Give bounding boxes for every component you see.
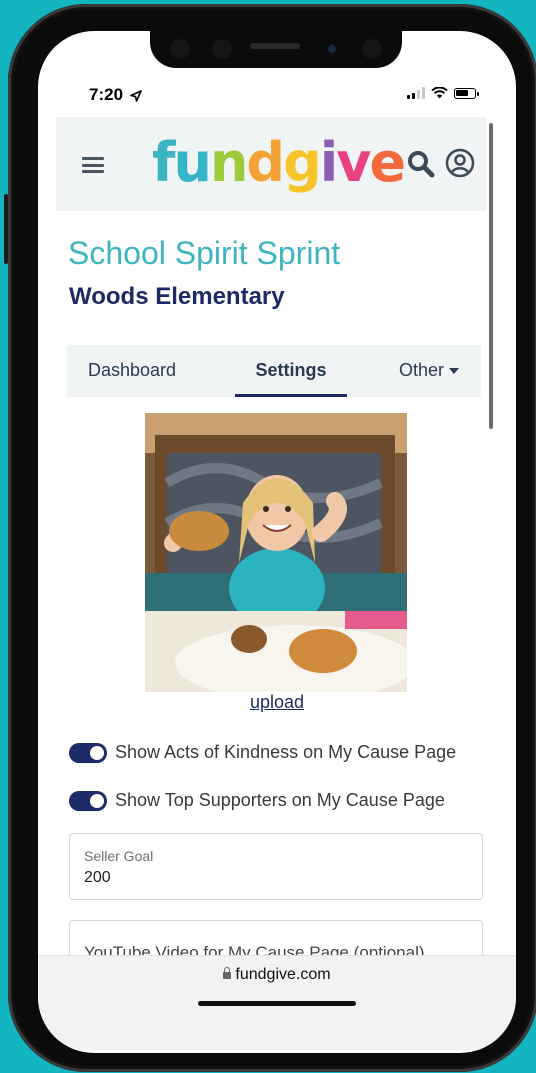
seller-goal-field[interactable]: Seller Goal 200: [69, 833, 483, 900]
home-indicator[interactable]: [198, 1001, 356, 1006]
tab-other[interactable]: Other: [399, 345, 460, 397]
location-arrow-icon: [129, 89, 142, 102]
sensor-dot: [362, 39, 382, 59]
site-header: fundgive: [56, 117, 486, 211]
supporters-toggle[interactable]: [69, 790, 107, 811]
tab-dashboard[interactable]: Dashboard: [88, 345, 176, 397]
seller-goal-label: Seller Goal: [84, 848, 154, 864]
supporters-toggle-label: Show Top Supporters on My Cause Page: [115, 790, 445, 810]
wifi-icon: [431, 87, 448, 99]
user-account-icon[interactable]: [444, 147, 476, 179]
menu-icon[interactable]: [82, 157, 104, 173]
seller-goal-value: 200: [84, 869, 111, 886]
cause-photo-image: [145, 413, 407, 692]
battery-icon: [454, 87, 479, 99]
kindness-toggle[interactable]: [69, 742, 107, 763]
phone-screen: 7:20 fundgive School Spirit Sprint Woods…: [38, 31, 516, 1053]
school-name: Woods Elementary: [69, 283, 285, 310]
volume-button: [4, 194, 8, 264]
cause-photo[interactable]: [145, 413, 407, 692]
settings-tabs: Dashboard Settings Other: [67, 345, 481, 397]
sensor-dot: [170, 39, 190, 59]
kindness-toggle-label: Show Acts of Kindness on My Cause Page: [115, 742, 457, 762]
chevron-down-icon: [449, 368, 460, 375]
upload-link[interactable]: upload: [38, 692, 516, 713]
cellular-signal-icon: [407, 87, 425, 99]
fundgive-logo[interactable]: fundgive: [152, 131, 406, 194]
url-text: fundgive.com: [235, 966, 331, 983]
lock-icon: [223, 967, 232, 980]
phone-notch: [150, 31, 402, 68]
speaker-grille: [250, 43, 300, 49]
sensor-dot: [212, 39, 232, 59]
campaign-title: School Spirit Sprint: [68, 235, 341, 271]
status-time: 7:20: [89, 85, 142, 105]
tab-other-label: Other: [399, 360, 445, 380]
kindness-toggle-row: Show Acts of Kindness on My Cause Page: [69, 742, 456, 763]
browser-address-bar: fundgive.com: [38, 955, 516, 1050]
page-scrollbar[interactable]: [489, 123, 493, 429]
tab-settings[interactable]: Settings: [235, 345, 347, 397]
status-icons: [407, 87, 479, 99]
url-display[interactable]: fundgive.com: [38, 966, 516, 984]
front-camera: [328, 45, 336, 53]
supporters-toggle-row: Show Top Supporters on My Cause Page: [69, 790, 445, 811]
search-icon[interactable]: [406, 149, 436, 179]
